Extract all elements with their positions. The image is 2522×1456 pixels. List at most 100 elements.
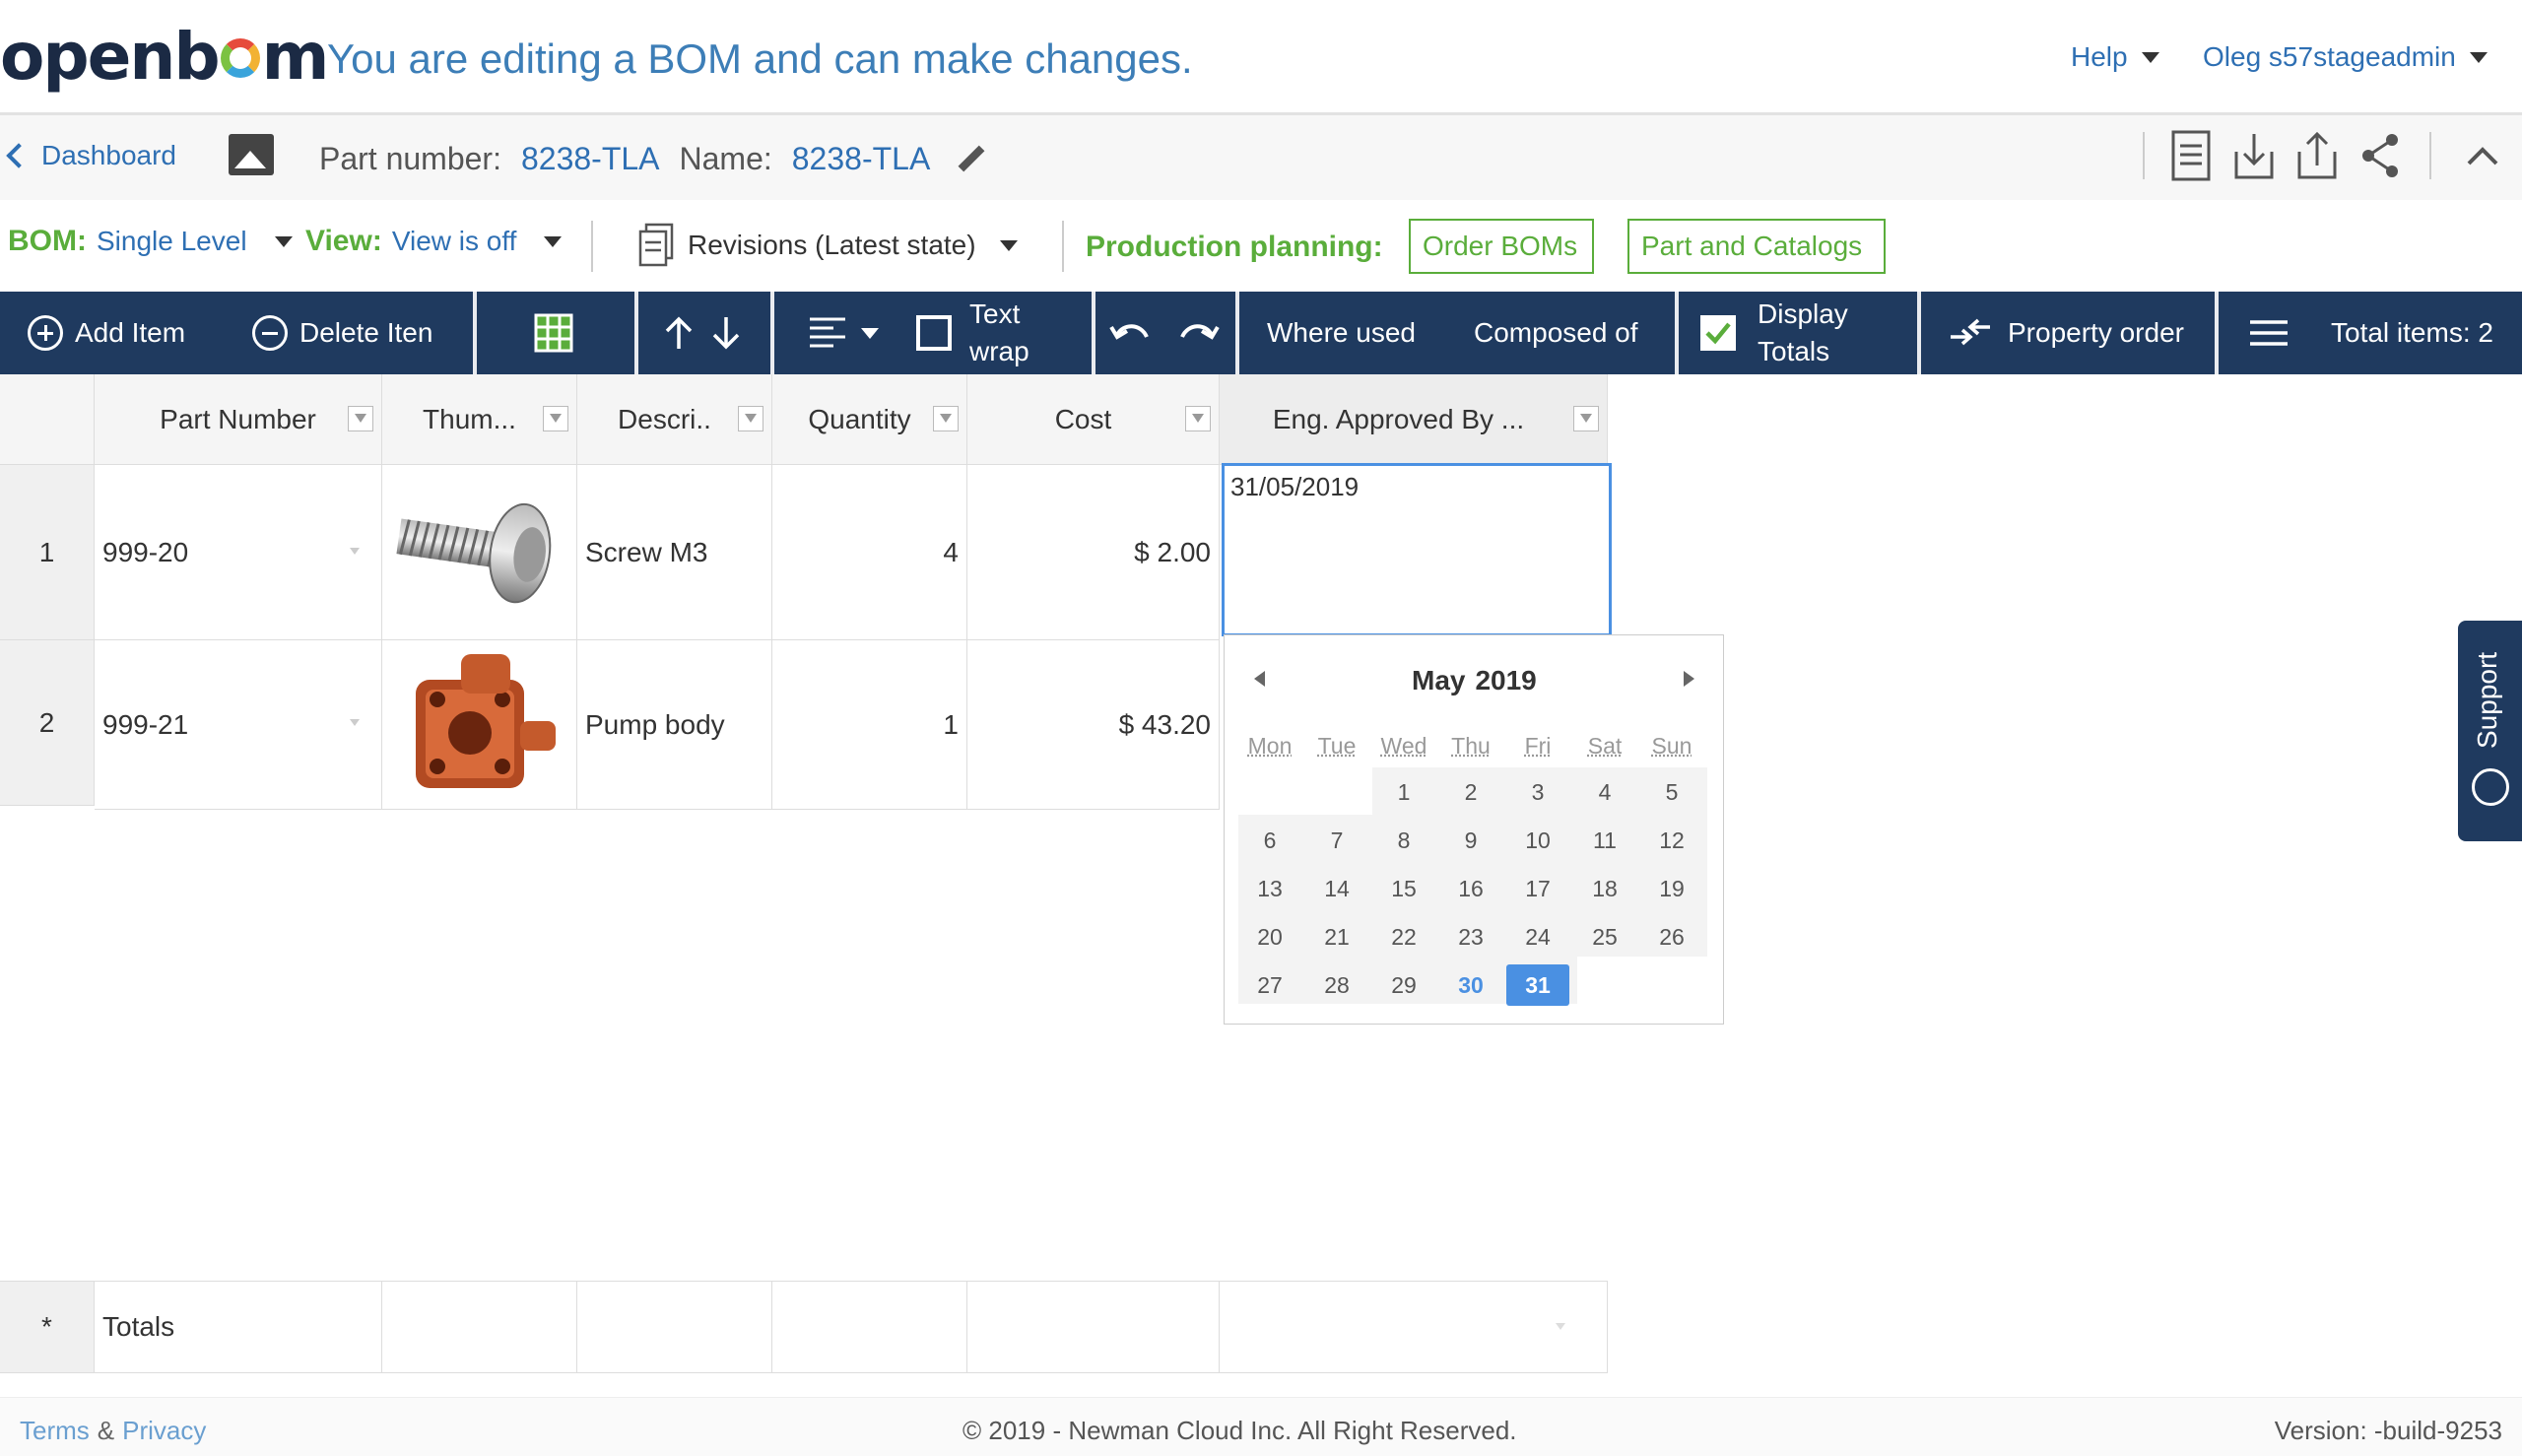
property-order-icon [1949, 317, 1992, 349]
filter-icon[interactable] [543, 406, 568, 431]
undo-redo-buttons[interactable] [1109, 292, 1220, 374]
support-tab[interactable]: Support [2458, 621, 2522, 841]
column-header-part-number[interactable]: Part Number [95, 374, 382, 465]
next-month-icon[interactable] [1684, 671, 1694, 687]
display-totals-label: Totals [1758, 333, 1848, 370]
table-cell-part-number[interactable]: 999-21 [95, 640, 382, 810]
text-wrap-toggle[interactable]: Text wrap [916, 292, 1029, 374]
display-totals-toggle[interactable]: Display Totals [1698, 292, 1848, 374]
datepicker-day[interactable]: 22 [1372, 916, 1435, 958]
composed-of-button[interactable]: Composed of [1474, 292, 1638, 374]
table-cell-quantity[interactable]: 4 [772, 465, 967, 640]
menu-button[interactable] [2250, 292, 2288, 374]
datepicker-day[interactable]: 11 [1573, 820, 1636, 861]
openbom-logo[interactable]: openb m [0, 22, 327, 91]
bom-level-select[interactable]: BOM: Single Level [8, 225, 293, 258]
column-header-description[interactable]: Descri.. [577, 374, 772, 465]
column-header-eng-approved[interactable]: Eng. Approved By ... [1220, 374, 1608, 465]
collapse-up-icon[interactable] [2465, 142, 2500, 169]
property-order-button[interactable]: Property order [1949, 292, 2184, 374]
date-input[interactable]: 31/05/2019 [1222, 463, 1612, 636]
move-rows-buttons[interactable] [662, 292, 743, 374]
table-cell-description[interactable]: Screw M3 [577, 465, 772, 640]
filter-icon[interactable] [933, 406, 959, 431]
datepicker-day[interactable]: 17 [1506, 868, 1569, 909]
datepicker-day[interactable]: 19 [1640, 868, 1703, 909]
datepicker-day[interactable]: 14 [1305, 868, 1368, 909]
column-header-label: Quantity [808, 404, 910, 435]
table-cell-cost[interactable]: $ 2.00 [967, 465, 1220, 640]
row-number[interactable]: 2 [0, 640, 95, 806]
user-menu[interactable]: Oleg s57stageadmin [2203, 41, 2488, 73]
column-header-thumbnail[interactable]: Thum... [382, 374, 577, 465]
table-cell-thumbnail[interactable] [382, 465, 577, 640]
datepicker-day[interactable]: 4 [1573, 771, 1636, 813]
add-item-button[interactable]: Add Item [28, 292, 185, 374]
image-icon[interactable] [229, 134, 274, 175]
privacy-link[interactable]: Privacy [122, 1416, 206, 1446]
datepicker-blank-cells [1577, 957, 1711, 1006]
filter-icon[interactable] [738, 406, 763, 431]
undo-icon[interactable] [1109, 317, 1153, 349]
redo-icon[interactable] [1176, 317, 1220, 349]
datepicker-day[interactable]: 28 [1305, 964, 1368, 1006]
help-menu[interactable]: Help [2071, 41, 2159, 73]
datepicker-day[interactable]: 18 [1573, 868, 1636, 909]
totals-cell [967, 1281, 1220, 1373]
share-icon[interactable] [2356, 128, 2404, 183]
arrow-down-icon[interactable] [709, 313, 743, 353]
table-cell-description[interactable]: Pump body [577, 640, 772, 810]
dropdown-arrow-icon[interactable] [350, 548, 360, 555]
datepicker-day[interactable]: 13 [1238, 868, 1301, 909]
datepicker-day[interactable]: 9 [1439, 820, 1502, 861]
dashboard-link[interactable]: Dashboard [10, 140, 176, 171]
upload-icon[interactable] [2293, 128, 2341, 183]
row-number[interactable]: 1 [0, 465, 95, 640]
where-used-button[interactable]: Where used [1267, 292, 1416, 374]
view-select[interactable]: View: View is off [305, 225, 562, 258]
table-cell-quantity[interactable]: 1 [772, 640, 967, 810]
filter-icon[interactable] [348, 406, 373, 431]
datepicker-day[interactable]: 12 [1640, 820, 1703, 861]
filter-icon[interactable] [1185, 406, 1211, 431]
datepicker-day[interactable]: 24 [1506, 916, 1569, 958]
datepicker-day[interactable]: 5 [1640, 771, 1703, 813]
datepicker-day[interactable]: 1 [1372, 771, 1435, 813]
datepicker-day[interactable]: 25 [1573, 916, 1636, 958]
table-cell-thumbnail[interactable] [382, 640, 577, 810]
datepicker-day[interactable]: 7 [1305, 820, 1368, 861]
part-and-catalogs-button[interactable]: Part and Catalogs [1627, 219, 1886, 274]
datepicker-day[interactable]: 8 [1372, 820, 1435, 861]
datepicker-day[interactable]: 31 [1506, 964, 1569, 1006]
table-cell-cost[interactable]: $ 43.20 [967, 640, 1220, 810]
align-select[interactable] [808, 292, 879, 374]
datepicker-day[interactable]: 3 [1506, 771, 1569, 813]
datepicker-day[interactable]: 21 [1305, 916, 1368, 958]
column-header-cost[interactable]: Cost [967, 374, 1220, 465]
revisions-select[interactable]: Revisions (Latest state) [636, 223, 1018, 268]
datepicker-day[interactable]: 2 [1439, 771, 1502, 813]
arrow-up-icon[interactable] [662, 313, 696, 353]
datepicker-day[interactable]: 29 [1372, 964, 1435, 1006]
order-boms-button[interactable]: Order BOMs [1409, 219, 1594, 274]
datepicker-day[interactable]: 15 [1372, 868, 1435, 909]
datepicker-day[interactable]: 23 [1439, 916, 1502, 958]
terms-link[interactable]: Terms [20, 1416, 90, 1446]
download-icon[interactable] [2230, 128, 2278, 183]
datepicker-day[interactable]: 26 [1640, 916, 1703, 958]
prev-month-icon[interactable] [1254, 671, 1265, 687]
datepicker-day[interactable]: 30 [1439, 964, 1502, 1006]
column-header-quantity[interactable]: Quantity [772, 374, 967, 465]
table-cell-part-number[interactable]: 999-20 [95, 465, 382, 640]
datepicker-day[interactable]: 10 [1506, 820, 1569, 861]
document-icon[interactable] [2167, 128, 2215, 183]
datepicker-day[interactable]: 6 [1238, 820, 1301, 861]
delete-item-button[interactable]: Delete Iten [252, 292, 459, 374]
datepicker-day[interactable]: 27 [1238, 964, 1301, 1006]
filter-icon[interactable] [1573, 406, 1599, 431]
divider [2429, 132, 2431, 179]
datepicker-day[interactable]: 16 [1439, 868, 1502, 909]
dropdown-arrow-icon[interactable] [350, 719, 360, 726]
grid-view-button[interactable] [534, 292, 573, 374]
datepicker-day[interactable]: 20 [1238, 916, 1301, 958]
